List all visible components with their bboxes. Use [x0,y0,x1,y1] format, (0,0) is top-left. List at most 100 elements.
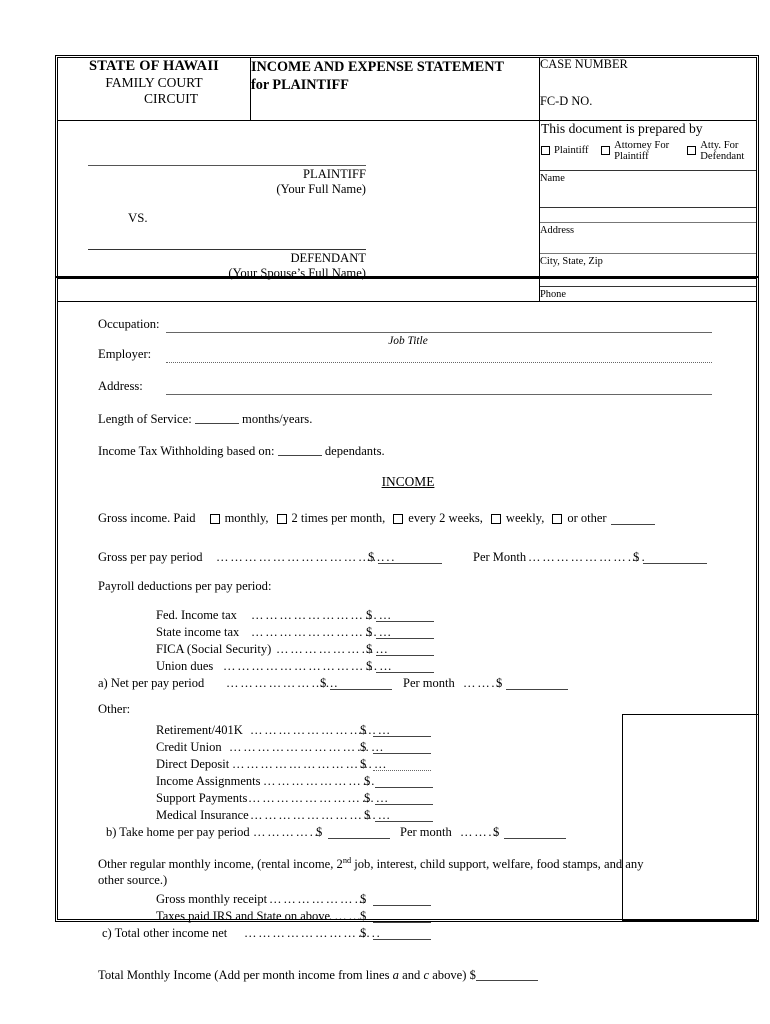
occupation-input[interactable] [166,332,712,333]
checkbox-monthly[interactable] [209,513,220,524]
employer-input[interactable] [166,362,712,363]
gross-per-pay-period-row: Gross per pay period ……………………………….. $ Pe… [98,551,718,580]
dollar-sign: $ [360,756,367,771]
medical-insurance-input[interactable] [375,820,433,822]
address-label: Address: [98,379,143,393]
frequency-other-input[interactable] [610,513,655,525]
checkbox-weekly[interactable] [490,513,501,524]
form-title-line1: INCOME AND EXPENSE STATEMENT [251,59,504,75]
dot-leader: ………………………… [250,722,392,737]
job-title-caption: Job Title [388,335,428,347]
dollar-sign: $ [316,824,323,839]
frequency-option-biweekly: every 2 weeks, [408,511,483,526]
dot-leader: ……………………. [528,549,647,564]
fed-income-tax-input[interactable] [376,620,434,622]
other-income-label: Taxes paid IRS and State on above [156,908,331,923]
prepared-by-options: Plaintiff Attorney For Plaintiff Atty. F… [541,140,756,162]
frequency-option-other: or other [567,511,607,526]
gross-monthly-receipt-input[interactable] [373,904,431,906]
checkbox-attorney-for-plaintiff[interactable] [601,146,611,156]
total-monthly-income-input[interactable] [475,969,538,981]
retirement-401k-input[interactable] [373,735,431,737]
withholding-row: Income Tax Withholding based on: dependa… [98,444,718,475]
taxes-paid-input[interactable] [373,921,431,923]
line-b-per-month-input[interactable] [504,837,566,839]
other-income-text-line2: other source.) [98,872,168,887]
form-title-line2: for PLAINTIFF [251,77,349,94]
line-b-per-pay-input[interactable] [328,837,390,839]
form-body-content: Occupation: Job Title Employer: Address:… [98,318,718,981]
length-of-service-input[interactable] [194,412,239,424]
income-section-heading: INCOME [381,474,435,489]
header-row: STATE OF HAWAII FAMILY COURT CIRCUIT INC… [57,57,757,121]
length-of-service-suffix: months/years. [242,412,313,426]
state-income-tax-input[interactable] [376,637,434,639]
court-identity-cell: STATE OF HAWAII FAMILY COURT CIRCUIT [57,57,251,121]
other-deduction-row: Income Assignments …………………… $ [98,775,718,792]
direct-deposit-input[interactable] [373,769,431,771]
gross-income-frequency-row: Gross income. Paid monthly, 2 times per … [98,512,718,525]
gross-per-month-input[interactable] [643,562,707,564]
line-c-row: c) Total other income net ……………………….. $ [98,927,718,957]
vs-label: VS. [128,211,148,225]
line-a-per-month-input[interactable] [506,688,568,690]
plaintiff-label: PLAINTIFF [303,167,366,181]
dollar-sign: $ [366,624,373,639]
defendant-name-rule[interactable] [88,249,366,250]
preparer-name-label: Name [540,172,565,184]
dependants-input[interactable] [277,444,322,456]
plaintiff-labels: PLAINTIFF (Your Full Name) [88,167,366,198]
other-deduction-label: Support Payments [156,790,248,805]
deduction-label: Fed. Income tax [156,607,237,622]
checkbox-atty-for-defendant[interactable] [687,146,697,156]
deduction-row: Union dues ……………………………… $ [98,660,718,677]
dollar-sign: $ [633,549,640,564]
dollar-sign: $ [360,925,367,940]
dollar-sign: $ [364,773,371,788]
frequency-option-weekly: weekly, [505,511,545,526]
other-income-row: Taxes paid IRS and State on above ……… $ [98,910,718,927]
dollar-sign: $ [360,908,367,923]
per-month-label: Per Month [473,549,527,564]
checkbox-plaintiff[interactable] [541,146,550,156]
union-dues-input[interactable] [376,671,434,673]
dot-leader: ………………………… [250,807,392,822]
other-deduction-label: Credit Union [156,739,222,754]
total-other-income-input[interactable] [373,938,431,940]
other-income-text-part2: job, interest, child support, welfare, f… [351,857,644,872]
gross-per-pay-period-input[interactable] [378,562,442,564]
form-page: STATE OF HAWAII FAMILY COURT CIRCUIT INC… [0,0,770,1024]
withholding-label: Income Tax Withholding based on: [98,444,275,458]
dollar-sign: $ [366,641,373,656]
gross-income-label: Gross income. Paid [98,511,196,526]
fica-input[interactable] [376,654,434,656]
plaintiff-sublabel: (Your Full Name) [276,182,366,197]
checkbox-semimonthly[interactable] [276,513,287,524]
plaintiff-name-rule[interactable] [88,165,366,166]
line-a-per-pay-input[interactable] [330,688,392,690]
dollar-sign: $ [496,675,503,690]
deduction-row: FICA (Social Security) …………………… $ [98,643,718,660]
total-monthly-income-label-pre: Total Monthly Income (Add per month inco… [98,967,393,982]
income-assignments-input[interactable] [375,786,433,788]
other-income-ordinal: nd [342,855,352,865]
other-income-text-part1: Other regular monthly income, (rental in… [98,857,343,872]
address-input[interactable] [166,394,712,395]
deduction-label: FICA (Social Security) [156,641,272,656]
support-payments-input[interactable] [375,803,433,805]
dollar-sign: $ [368,549,375,564]
prepared-by-option-attorney-plaintiff: Attorney For Plaintiff [614,139,670,162]
gross-per-pay-period-label: Gross per pay period [98,549,203,564]
checkbox-biweekly[interactable] [393,513,404,524]
total-monthly-income-label-post: above) [429,967,467,982]
preparer-address-block: Address [540,206,756,237]
occupation-field: Occupation: Job Title [98,318,718,348]
party-caption-cell: PLAINTIFF (Your Full Name) VS. DEFENDANT… [57,120,540,302]
checkbox-other[interactable] [552,513,563,524]
address-field: Address: [98,380,718,412]
line-a-per-month-label: Per month [403,675,455,690]
credit-union-input[interactable] [373,752,431,754]
dollar-sign: $ [360,739,367,754]
other-deduction-row: Support Payments ………………………… $ [98,792,718,809]
